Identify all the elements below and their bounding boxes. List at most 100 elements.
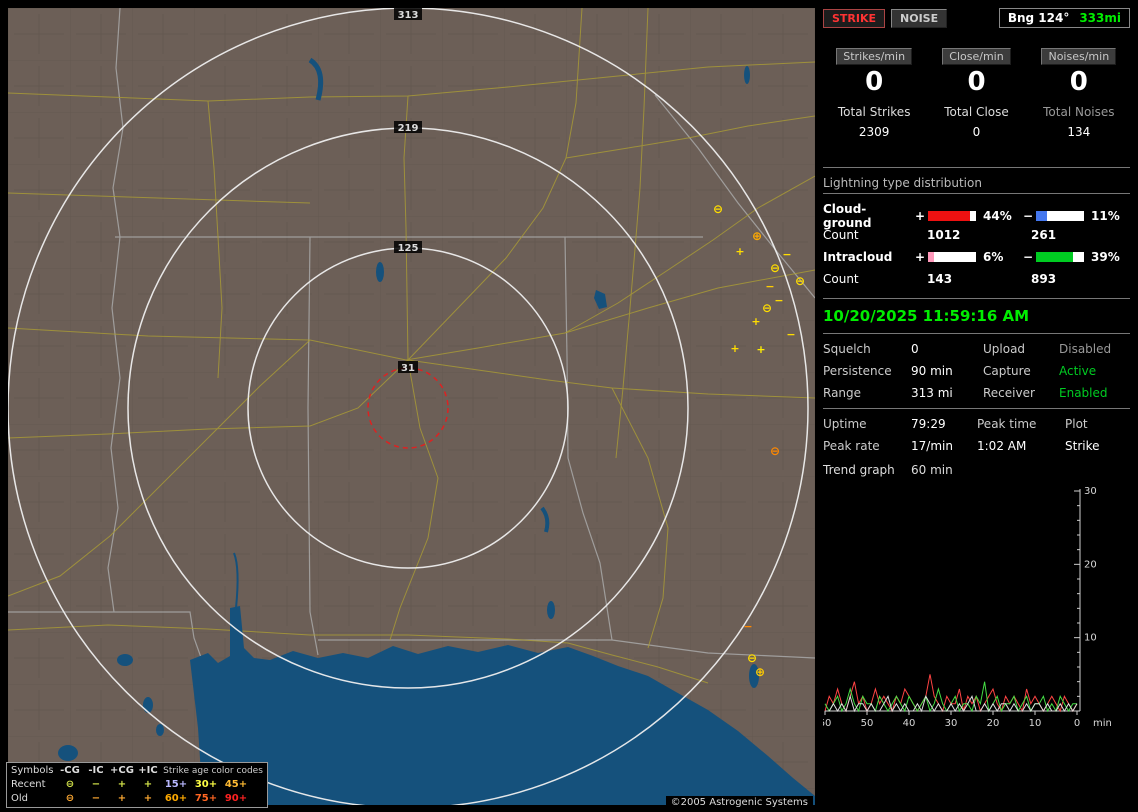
legend-cell: 60+ xyxy=(164,793,188,804)
distribution-title: Lightning type distribution xyxy=(823,176,1130,194)
cg-negative-count: 261 xyxy=(1031,228,1057,242)
ring-label-219: 219 xyxy=(394,121,422,134)
mode-row: STRIKE NOISE Bng 124° 333mi xyxy=(823,8,1130,28)
intracloud-label: Intracloud xyxy=(823,250,893,264)
noise-button[interactable]: NOISE xyxy=(891,8,948,28)
svg-text:0: 0 xyxy=(1074,718,1080,729)
total-close-value: 0 xyxy=(972,125,981,139)
app-window: 313 219 125 31 ⊖ ⊕ + ⊖ − ⊖ − ⊖ − + − + + ⊖ − ⊖ ⊕ Symbols… xyxy=(0,0,1138,812)
cg-negative-bar xyxy=(1035,210,1085,222)
trend-graph: 10 20 30 60 50 40 30 20 10 0 min xyxy=(823,481,1130,733)
legend-cell: − xyxy=(91,793,101,804)
strike-symbol: + xyxy=(730,342,739,355)
strike-symbol: + xyxy=(751,315,760,328)
rate-counters: Strikes/min 0 Total Strikes 2309 Close/m… xyxy=(823,48,1130,139)
svg-text:10: 10 xyxy=(1084,633,1097,644)
strike-symbol: ⊕ xyxy=(755,665,765,679)
cloud-ground-count-row: Count 1012 261 xyxy=(823,224,1130,246)
strike-symbol: ⊖ xyxy=(762,301,772,315)
strike-symbol: − xyxy=(743,620,752,633)
strikes-per-min-column: Strikes/min 0 Total Strikes 2309 xyxy=(823,48,925,139)
svg-text:313: 313 xyxy=(398,10,419,21)
range-label: Range xyxy=(823,386,862,400)
peak-time-label: Peak time xyxy=(977,417,1037,431)
noises-per-min-column: Noises/min 0 Total Noises 134 xyxy=(1028,48,1130,139)
strikes-per-min-label: Strikes/min xyxy=(836,48,913,65)
cloud-ground-row: Cloud-ground + 44% − 11% xyxy=(823,202,1130,230)
legend-cell: 90+ xyxy=(224,793,248,804)
strike-symbol: ⊕ xyxy=(752,229,762,243)
strike-symbol: − xyxy=(786,328,795,341)
legend-cell: + xyxy=(143,779,153,790)
trend-graph-canvas: 10 20 30 60 50 40 30 20 10 0 min xyxy=(823,486,1112,729)
strike-symbol: − xyxy=(774,294,783,307)
minus-sign: − xyxy=(1022,250,1034,264)
range-value: 313 mi xyxy=(911,386,953,400)
persistence-label: Persistence xyxy=(823,364,892,378)
svg-text:30: 30 xyxy=(945,718,958,729)
strike-symbol: ⊖ xyxy=(795,274,805,288)
strike-symbol: − xyxy=(765,280,774,293)
svg-text:min: min xyxy=(1093,718,1112,729)
plot-mode-value: Strike xyxy=(1065,439,1100,453)
svg-text:30: 30 xyxy=(1084,486,1097,497)
divider xyxy=(823,333,1130,334)
peak-rate-label: Peak rate xyxy=(823,439,880,453)
ic-negative-bar xyxy=(1035,251,1085,263)
strikes-per-min-value: 0 xyxy=(865,67,884,97)
legend-cell: − xyxy=(91,779,101,790)
svg-text:20: 20 xyxy=(1084,559,1097,570)
bearing-label: Bng 124° xyxy=(1007,11,1070,25)
ic-negative-count: 893 xyxy=(1031,272,1057,286)
plus-sign: + xyxy=(914,209,926,223)
divider xyxy=(823,408,1130,409)
trend-graph-window: 60 min xyxy=(911,463,953,477)
trend-series-strikes xyxy=(824,674,1078,713)
total-noises-label: Total Noises xyxy=(1043,105,1115,119)
ring-label-313: 313 xyxy=(394,8,422,21)
ic-positive-count: 143 xyxy=(927,272,953,286)
strike-button[interactable]: STRIKE xyxy=(823,8,886,28)
peak-time-value: 1:02 AM xyxy=(977,439,1027,453)
legend-cell: 15+ xyxy=(164,779,188,790)
plot-label: Plot xyxy=(1065,417,1088,431)
svg-text:10: 10 xyxy=(1029,718,1042,729)
legend-cell: Strike age color codes xyxy=(163,766,263,776)
copyright: ©2005 Astrogenic Systems xyxy=(665,796,813,809)
legend-row: Old ⊖ − + +60+ 75+ 90+ xyxy=(9,792,265,806)
legend-cell: + xyxy=(143,793,153,804)
map-canvas: 313 219 125 31 ⊖⊕+⊖−⊖−⊖−+−++⊖−⊖⊕ xyxy=(8,8,815,805)
svg-text:31: 31 xyxy=(401,363,415,374)
receiver-label: Receiver xyxy=(983,386,1035,400)
squelch-label: Squelch xyxy=(823,342,871,356)
legend-cell: 30+ xyxy=(194,779,218,790)
svg-text:50: 50 xyxy=(861,718,874,729)
legend-cell: + xyxy=(117,779,127,790)
trend-series-intracloud xyxy=(824,681,1077,713)
total-noises-value: 134 xyxy=(1067,125,1091,139)
strike-symbol: ⊖ xyxy=(770,261,780,275)
legend-header-row: Symbols -CG -IC +CG +IC Strike age color code… xyxy=(9,764,265,778)
legend-cell: Symbols xyxy=(11,765,54,776)
total-strikes-label: Total Strikes xyxy=(837,105,911,119)
map-panel[interactable]: 313 219 125 31 ⊖ ⊕ + ⊖ − ⊖ − ⊖ − + − + + ⊖ − ⊖ ⊕ Symbols… xyxy=(6,8,815,809)
total-close-label: Total Close xyxy=(944,105,1009,119)
map-legend: Symbols -CG -IC +CG +IC Strike age color code… xyxy=(6,762,268,808)
legend-cell: Old xyxy=(11,793,28,804)
bearing-readout: Bng 124° 333mi xyxy=(998,8,1130,28)
ic-positive-percent: 6% xyxy=(983,250,1004,264)
peak-rate-value: 17/min xyxy=(911,439,953,453)
receiver-status: Enabled xyxy=(1059,386,1108,400)
ring-label-125: 125 xyxy=(394,241,422,254)
uptime-label: Uptime xyxy=(823,417,867,431)
cloud-ground-label: Cloud-ground xyxy=(823,202,872,230)
legend-cell: -IC xyxy=(88,765,104,776)
cg-positive-percent: 44% xyxy=(983,209,1012,223)
strike-symbol: + xyxy=(756,343,765,356)
cg-count-label: Count xyxy=(823,228,859,242)
ic-negative-percent: 39% xyxy=(1091,250,1120,264)
cg-positive-count: 1012 xyxy=(927,228,961,242)
legend-row: Recent ⊖ − + +15+ 30+ 45+ xyxy=(9,778,265,792)
control-panel: STRIKE NOISE Bng 124° 333mi Strikes/min 0… xyxy=(823,8,1130,805)
ic-count-label: Count xyxy=(823,272,859,286)
